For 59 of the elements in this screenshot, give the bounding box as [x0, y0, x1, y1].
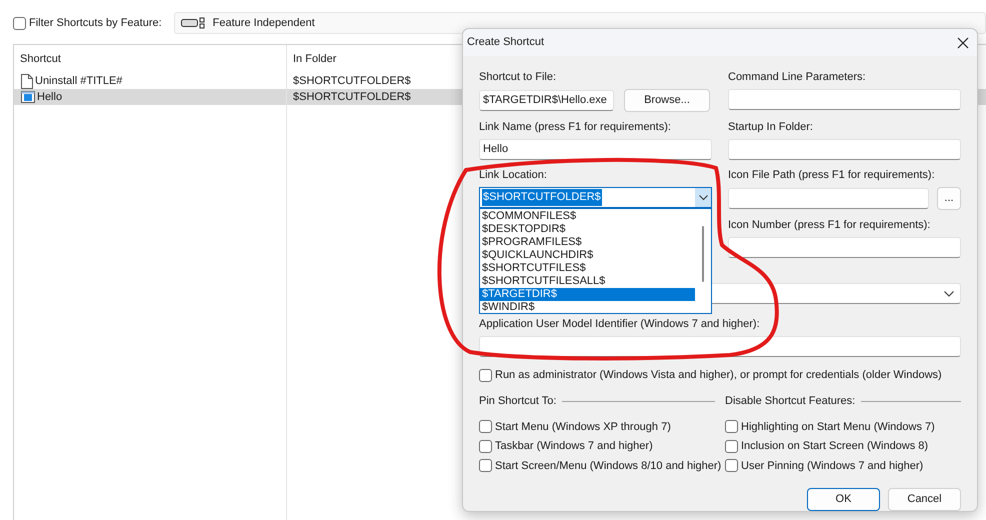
dropdown-option[interactable]: $SHORTCUTFILES$ — [480, 262, 695, 275]
input-field[interactable] — [728, 139, 961, 160]
dropdown-option[interactable]: $COMMONFILES$ — [480, 210, 695, 223]
checkbox[interactable] — [479, 459, 492, 472]
field-label: Command Line Parameters: — [728, 70, 867, 85]
ok-button[interactable]: OK — [807, 488, 880, 511]
field-label: Link Location: — [479, 168, 548, 183]
checkbox[interactable] — [13, 16, 26, 30]
field-label: Startup In Folder: — [728, 120, 814, 135]
chevron-down-icon[interactable] — [695, 188, 711, 207]
checkbox-label: Taskbar (Windows 7 and higher) — [495, 439, 653, 454]
checkbox-label: Run as administrator (Windows Vista and higher), or prompt for credentials (older Windows) — [495, 368, 942, 383]
checkbox-label: Start Menu (Windows XP through 7) — [495, 420, 671, 434]
field-label: Icon Number (press F1 for requirements): — [728, 218, 932, 233]
column-header[interactable]: Shortcut — [14, 45, 287, 73]
document-icon — [21, 74, 33, 88]
checkbox[interactable] — [479, 420, 492, 434]
input-field[interactable] — [728, 237, 961, 258]
cancel-button[interactable]: Cancel — [888, 488, 961, 511]
drive-icon — [180, 17, 205, 29]
input-field[interactable] — [728, 188, 929, 209]
table-cell-text: Uninstall #TITLE# — [35, 74, 122, 89]
file-path-field[interactable]: $TARGETDIR$\Hello.exe — [479, 90, 614, 111]
checkbox-label: Filter Shortcuts by Feature: — [29, 16, 162, 31]
dropdown-option[interactable]: $QUICKLAUNCHDIR$ — [480, 249, 695, 262]
checkbox-label: Start Screen/Menu (Windows 8/10 and higher) — [495, 458, 722, 474]
chevron-down-icon[interactable] — [944, 290, 954, 296]
table-cell-text: $SHORTCUTFOLDER$ — [293, 74, 411, 89]
field-label: Shortcut to File: — [479, 70, 558, 85]
dialog-title: Create Shortcut — [467, 35, 544, 50]
checkbox[interactable] — [479, 368, 492, 382]
dropdown-option[interactable]: $DESKTOPDIR$ — [480, 223, 695, 236]
checkbox-label: Highlighting on Start Menu (Windows 7) — [741, 420, 935, 434]
browse-button[interactable]: Browse... — [624, 89, 710, 112]
group-title: Pin Shortcut To: — [479, 394, 556, 409]
ellipsis-button[interactable]: ... — [937, 187, 961, 210]
input-field[interactable]: Hello — [479, 139, 712, 160]
link-location-combobox[interactable]: $SHORTCUTFOLDER$ — [479, 187, 712, 208]
checkbox[interactable] — [725, 459, 738, 472]
input-field[interactable] — [479, 336, 961, 357]
checkbox[interactable] — [725, 420, 738, 434]
checkbox-label: Inclusion on Start Screen (Windows 8) — [741, 439, 928, 454]
field-label: Application User Model Identifier (Windows 7 and higher): — [479, 317, 761, 332]
table-cell-text: $SHORTCUTFOLDER$ — [293, 90, 411, 105]
dropdown-option[interactable]: $PROGRAMFILES$ — [480, 236, 695, 249]
checkbox-label: User Pinning (Windows 7 and higher) — [741, 458, 924, 474]
table-cell-text: Hello — [37, 90, 62, 105]
group-title: Disable Shortcut Features: — [725, 394, 856, 409]
close-icon[interactable] — [957, 36, 969, 48]
field-label: Link Name (press F1 for requirements): — [479, 120, 672, 135]
dropdown-option[interactable]: $SHORTCUTFILESALL$ — [480, 275, 695, 288]
input-field[interactable] — [728, 89, 961, 110]
application-window-icon — [21, 91, 35, 103]
scrollbar-thumb[interactable] — [702, 226, 704, 282]
field-label: Icon File Path (press F1 for requirements): — [728, 168, 936, 183]
checkbox[interactable] — [479, 440, 492, 453]
checkbox[interactable] — [725, 440, 738, 453]
dropdown-option[interactable]: $TARGETDIR$ — [480, 288, 695, 301]
dropdown-option[interactable]: $WINDIR$ — [480, 301, 695, 314]
